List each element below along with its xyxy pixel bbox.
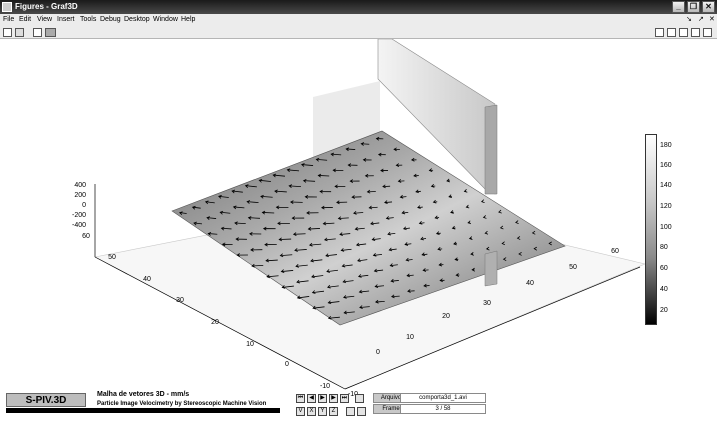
x-axis-tick: 10 bbox=[406, 334, 414, 341]
next-frame-button[interactable]: ▶ bbox=[329, 394, 338, 403]
menu-help[interactable]: Help bbox=[181, 14, 195, 26]
colorbar-tick: 180 bbox=[660, 142, 672, 149]
float-window-icon[interactable] bbox=[691, 28, 700, 37]
z-axis-tick: 400 bbox=[74, 182, 86, 189]
menu-debug[interactable]: Debug bbox=[100, 14, 121, 26]
hide-plot-tools-icon[interactable] bbox=[33, 28, 42, 37]
menu-window[interactable]: Window bbox=[153, 14, 178, 26]
gate-wall-lower bbox=[484, 250, 498, 287]
colorbar-tick: 120 bbox=[660, 203, 672, 210]
tile-grid-icon[interactable] bbox=[655, 28, 664, 37]
colorbar bbox=[645, 134, 657, 325]
menu-file[interactable]: File bbox=[3, 14, 14, 26]
x-axis-tick: 30 bbox=[483, 300, 491, 307]
colorbar-tick: 140 bbox=[660, 182, 672, 189]
y-axis-tick: 50 bbox=[108, 254, 116, 261]
frame-field[interactable]: 3 / 58 bbox=[400, 404, 486, 414]
open-file-icon[interactable] bbox=[15, 28, 24, 37]
menu-close-icon[interactable]: ✕ bbox=[709, 14, 715, 26]
y-axis-tick: 20 bbox=[211, 319, 219, 326]
x-axis-tick: 40 bbox=[526, 280, 534, 287]
minimize-button[interactable]: _ bbox=[672, 1, 685, 13]
graph-button[interactable] bbox=[357, 407, 366, 416]
colorbar-tick: 20 bbox=[660, 307, 668, 314]
window-title: Figures - Graf3D bbox=[15, 2, 78, 11]
z-axis-tick: -400 bbox=[72, 222, 86, 229]
maximize-button[interactable]: ❐ bbox=[687, 1, 700, 13]
tile-horizontal-icon[interactable] bbox=[679, 28, 688, 37]
plot-heading: Malha de vetores 3D - mm/s bbox=[97, 391, 190, 398]
y-axis-tick: -10 bbox=[320, 383, 330, 390]
dock-icon[interactable]: ↘ bbox=[686, 14, 692, 26]
y-axis-tick: 0 bbox=[285, 361, 289, 368]
view-v-button[interactable]: V bbox=[296, 407, 305, 416]
z-axis-tick: -200 bbox=[72, 212, 86, 219]
x-axis-tick: 20 bbox=[442, 313, 450, 320]
colorbar-tick: 40 bbox=[660, 286, 668, 293]
menu-view[interactable]: View bbox=[37, 14, 52, 26]
toolbar bbox=[0, 26, 717, 39]
play-button[interactable]: ▶ bbox=[318, 394, 327, 403]
view-z-button[interactable]: Z bbox=[329, 407, 338, 416]
colorbar-tick: 80 bbox=[660, 244, 668, 251]
x-axis-tick: 50 bbox=[569, 264, 577, 271]
maximize-figure-icon[interactable] bbox=[703, 28, 712, 37]
colorbar-tick: 100 bbox=[660, 224, 672, 231]
z-axis-tick: 200 bbox=[74, 192, 86, 199]
3d-plot[interactable]: 4002000-200-4006050403020100-10-10010203… bbox=[0, 39, 717, 431]
menu-bar: File Edit View Insert Tools Debug Deskto… bbox=[0, 14, 717, 26]
y-axis-tick: 60 bbox=[82, 233, 90, 240]
file-field[interactable]: comporta3d_1.avi bbox=[400, 393, 486, 403]
show-plot-tools-icon[interactable] bbox=[45, 28, 56, 37]
colorbar-tick: 160 bbox=[660, 162, 672, 169]
logo-bar bbox=[6, 408, 280, 413]
close-button[interactable]: ✕ bbox=[702, 1, 715, 13]
new-figure-icon[interactable] bbox=[3, 28, 12, 37]
z-axis-tick: 0 bbox=[82, 202, 86, 209]
histogram-button[interactable] bbox=[346, 407, 355, 416]
last-frame-button[interactable]: ⏭ bbox=[340, 394, 349, 403]
menu-insert[interactable]: Insert bbox=[57, 14, 75, 26]
y-axis-tick: 40 bbox=[143, 276, 151, 283]
spiv-logo: S-PIV.3D bbox=[6, 393, 86, 407]
gate-wall-side bbox=[484, 104, 498, 195]
y-axis-tick: 10 bbox=[246, 341, 254, 348]
plot-subheading: Particle Image Velocimetry by Stereoscop… bbox=[97, 401, 267, 407]
colorbar-tick: 60 bbox=[660, 265, 668, 272]
x-axis-tick: 60 bbox=[611, 248, 619, 255]
export-button[interactable] bbox=[355, 394, 364, 403]
tile-vertical-icon[interactable] bbox=[667, 28, 676, 37]
view-y-button[interactable]: Y bbox=[318, 407, 327, 416]
figure-canvas: 400 200 0 -200 -400 60 50 40 30 20 10 0 -10 -10 0 10 20 3… bbox=[0, 39, 717, 431]
view-x-button[interactable]: X bbox=[307, 407, 316, 416]
undock-icon[interactable]: ↗ bbox=[698, 14, 704, 26]
x-axis-tick: 0 bbox=[376, 349, 380, 356]
prev-frame-button[interactable]: ◀ bbox=[307, 394, 316, 403]
title-bar: Figures - Graf3D _ ❐ ✕ bbox=[0, 0, 717, 14]
menu-tools[interactable]: Tools bbox=[80, 14, 96, 26]
y-axis-tick: 30 bbox=[176, 297, 184, 304]
first-frame-button[interactable]: ⏮ bbox=[296, 394, 305, 403]
menu-desktop[interactable]: Desktop bbox=[124, 14, 150, 26]
matlab-figure-icon bbox=[2, 2, 12, 12]
menu-edit[interactable]: Edit bbox=[19, 14, 31, 26]
